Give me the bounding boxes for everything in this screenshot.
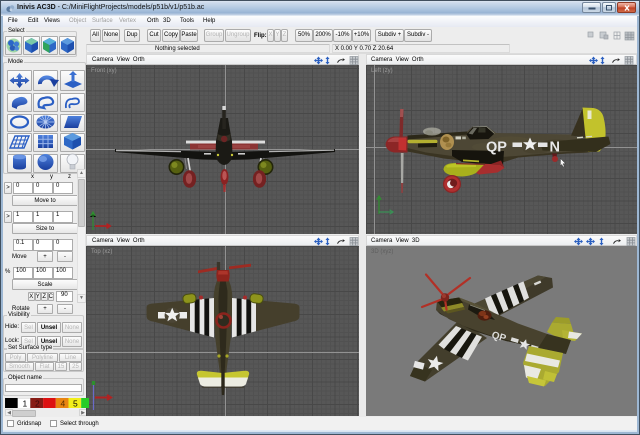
svg-text:N: N	[550, 140, 560, 156]
svg-text:QP: QP	[486, 140, 507, 156]
svg-text:1: 1	[23, 398, 28, 408]
svg-text:2: 2	[35, 398, 40, 408]
svg-text:5: 5	[73, 398, 78, 408]
svg-text:4: 4	[60, 398, 65, 408]
